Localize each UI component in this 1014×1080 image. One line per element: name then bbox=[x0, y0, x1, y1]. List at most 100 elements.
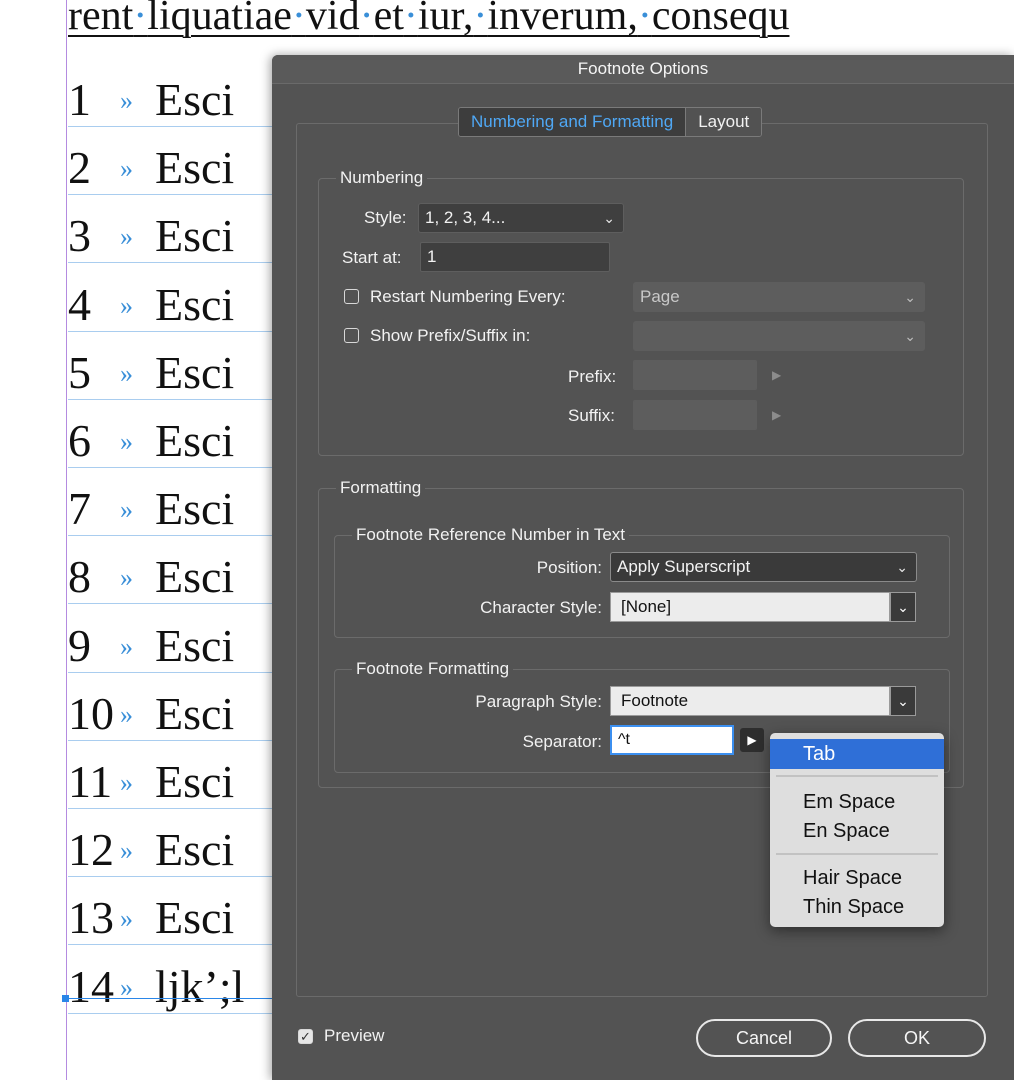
tab-marker: » bbox=[120, 768, 133, 797]
footnote-number: 8 bbox=[68, 551, 91, 603]
footnote-number: 6 bbox=[68, 415, 91, 466]
paragraph-style-label: Paragraph Style: bbox=[475, 692, 602, 711]
menu-item-em-space[interactable]: Em Space bbox=[770, 787, 944, 817]
tab-numbering-and-formatting[interactable]: Numbering and Formatting bbox=[459, 108, 687, 136]
footnote-number: 12 bbox=[68, 824, 114, 876]
tab-marker: » bbox=[120, 563, 133, 593]
character-style-label: Character Style: bbox=[480, 598, 602, 617]
tab-marker: » bbox=[120, 222, 133, 252]
preview-checkbox[interactable]: ✓ bbox=[298, 1029, 313, 1044]
chevron-down-icon[interactable]: ⌄ bbox=[890, 686, 916, 716]
menu-item-hair-space[interactable]: Hair Space bbox=[770, 863, 944, 893]
restart-numbering-checkbox[interactable] bbox=[344, 289, 359, 304]
footnote-number: 2 bbox=[68, 142, 91, 194]
tab-marker: » bbox=[120, 631, 133, 661]
space-marker: · bbox=[637, 0, 652, 39]
tab-layout[interactable]: Layout bbox=[686, 108, 762, 136]
start-at-field[interactable]: 1 bbox=[420, 242, 610, 272]
menu-separator bbox=[776, 853, 938, 855]
character-style-field[interactable]: [None] bbox=[610, 592, 890, 622]
separator-field[interactable]: ^t bbox=[610, 725, 734, 755]
footnote-number: 9 bbox=[68, 619, 91, 671]
chevron-down-icon: ⌄ bbox=[896, 559, 908, 575]
reference-number-group-title: Footnote Reference Number in Text bbox=[352, 525, 629, 545]
menu-item-tab[interactable]: Tab bbox=[770, 739, 944, 769]
position-label: Position: bbox=[536, 558, 602, 577]
footnote-text: Esci bbox=[155, 483, 235, 535]
cancel-button[interactable]: Cancel bbox=[696, 1019, 832, 1057]
tab-marker: » bbox=[120, 836, 133, 866]
triangle-right-icon[interactable]: ▶ bbox=[772, 408, 781, 422]
style-dropdown[interactable]: 1, 2, 3, 4... ⌄ bbox=[418, 203, 624, 233]
selection-baseline bbox=[66, 998, 286, 999]
footnote-text: Esci bbox=[155, 892, 235, 944]
footnote-line: 12» Esci bbox=[68, 824, 288, 878]
footnote-line: 2 » Esci bbox=[68, 142, 288, 196]
chevron-down-icon[interactable]: ⌄ bbox=[890, 592, 916, 622]
formatting-group-title: Formatting bbox=[336, 478, 426, 498]
separator-label: Separator: bbox=[522, 732, 602, 751]
tab-marker: » bbox=[120, 495, 133, 525]
preview-label: Preview bbox=[324, 1026, 385, 1045]
prefix-label: Prefix: bbox=[568, 367, 617, 386]
footnote-line: 13» Esci bbox=[68, 892, 288, 946]
footnote-number: 11 bbox=[68, 756, 113, 807]
top-word: et bbox=[373, 0, 404, 39]
footnote-number: 14 bbox=[68, 960, 114, 1012]
position-dropdown[interactable]: Apply Superscript ⌄ bbox=[610, 552, 917, 582]
prefix-field[interactable] bbox=[633, 360, 757, 390]
footnote-line: 8 » Esci bbox=[68, 551, 288, 605]
tab-marker: » bbox=[120, 904, 133, 934]
footnote-line: 6 » Esci bbox=[68, 415, 288, 468]
triangle-right-icon[interactable]: ▶ bbox=[772, 368, 781, 382]
footnote-text: Esci bbox=[155, 415, 235, 466]
chevron-down-icon: ⌄ bbox=[904, 289, 916, 305]
footnote-line: 7 » Esci bbox=[68, 483, 288, 537]
show-prefix-suffix-checkbox[interactable] bbox=[344, 328, 359, 343]
suffix-label: Suffix: bbox=[568, 406, 615, 425]
space-marker: · bbox=[359, 0, 374, 39]
top-word: iur, bbox=[417, 0, 474, 39]
space-marker: · bbox=[473, 0, 488, 39]
footnote-text: ljk’;l bbox=[155, 960, 245, 1012]
footnote-text: Esci bbox=[155, 824, 235, 876]
top-word: inverum, bbox=[487, 0, 638, 39]
footnote-number: 4 bbox=[68, 278, 91, 330]
paragraph-style-field[interactable]: Footnote bbox=[610, 686, 890, 716]
chevron-down-icon: ⌄ bbox=[904, 328, 916, 344]
tab-marker: » bbox=[120, 154, 133, 184]
menu-item-thin-space[interactable]: Thin Space bbox=[770, 892, 944, 922]
style-label: Style: bbox=[364, 208, 407, 227]
space-marker: · bbox=[133, 0, 148, 39]
restart-numbering-dropdown[interactable]: Page ⌄ bbox=[633, 282, 925, 312]
footnote-formatting-group-title: Footnote Formatting bbox=[352, 659, 514, 679]
start-at-label: Start at: bbox=[342, 248, 402, 267]
triangle-right-icon[interactable]: ▶ bbox=[740, 728, 764, 752]
footnote-line: 11» Esci bbox=[68, 756, 288, 809]
space-marker: · bbox=[291, 0, 306, 39]
top-word: liquatiae bbox=[147, 0, 292, 39]
ok-button[interactable]: OK bbox=[848, 1019, 986, 1057]
footnote-number: 1 bbox=[68, 74, 91, 125]
top-word: vid bbox=[305, 0, 360, 39]
footnote-number: 10 bbox=[68, 687, 114, 739]
tab-marker: » bbox=[120, 290, 133, 320]
reference-number-group bbox=[334, 535, 950, 638]
suffix-field[interactable] bbox=[633, 400, 757, 430]
footnote-text: Esci bbox=[155, 551, 235, 603]
restart-numbering-value: Page bbox=[640, 287, 680, 306]
frame-handle[interactable] bbox=[62, 995, 69, 1002]
position-value: Apply Superscript bbox=[617, 557, 751, 576]
footnote-line: 1 » Esci bbox=[68, 74, 288, 127]
margin-guide bbox=[66, 0, 67, 1080]
footnote-number: 3 bbox=[68, 210, 91, 262]
menu-item-en-space[interactable]: En Space bbox=[770, 816, 944, 846]
footnote-line: 9 » Esci bbox=[68, 620, 288, 673]
footnote-text: Esci bbox=[155, 687, 235, 739]
footnote-line: 10» Esci bbox=[68, 688, 288, 741]
footnote-line: 3 » Esci bbox=[68, 210, 288, 264]
footnote-text: Esci bbox=[155, 210, 235, 262]
prefix-suffix-location-dropdown[interactable]: ⌄ bbox=[633, 321, 925, 351]
footnote-number: 13 bbox=[68, 892, 114, 944]
show-prefix-suffix-label: Show Prefix/Suffix in: bbox=[370, 326, 531, 345]
